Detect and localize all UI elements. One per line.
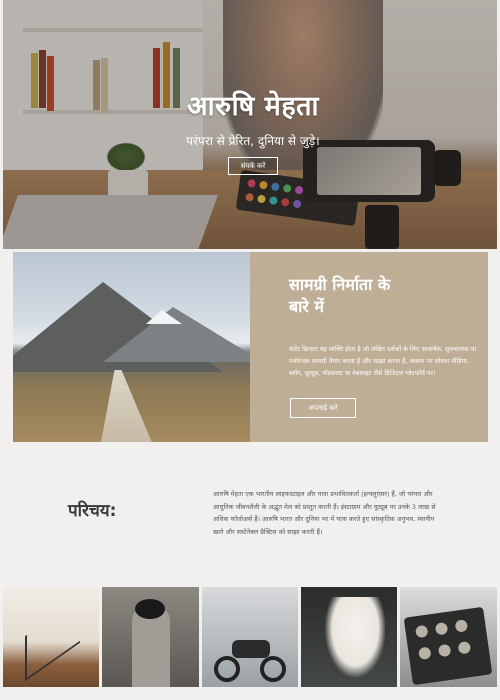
hero-title: आरुषि मेहता [186,91,320,122]
gallery-image-watches[interactable] [400,587,497,687]
gallery-image-motorcycle[interactable] [202,587,298,687]
contact-button[interactable]: संपर्क करें [228,157,278,175]
gallery [3,587,497,687]
about-cta-button[interactable]: अपनाई करें [290,398,356,418]
intro-body: आरुषि मेहता एक भारतीय लाइफस्टाइल और यात्… [213,490,436,537]
hero-section: आरुषि मेहता परंपरा से प्रेरित, दुनिया से… [3,0,497,249]
about-heading: सामग्री निर्माता के बारे में [289,275,391,316]
mountain-landscape-image [13,252,250,442]
gallery-image-portrait[interactable] [102,587,199,687]
hero-tagline: परंपरा से प्रेरित, दुनिया से जुड़े। [186,134,320,148]
about-section: सामग्री निर्माता के बारे में कंटेंट क्रि… [250,252,488,442]
gallery-image-person[interactable] [301,587,397,687]
about-body: कंटेंट क्रिएटर वह व्यक्ति होता है जो लक्… [289,346,477,378]
intro-title: परिचय: [68,501,117,521]
boardwalk-path [100,370,153,442]
gallery-image-interior[interactable] [3,587,99,687]
